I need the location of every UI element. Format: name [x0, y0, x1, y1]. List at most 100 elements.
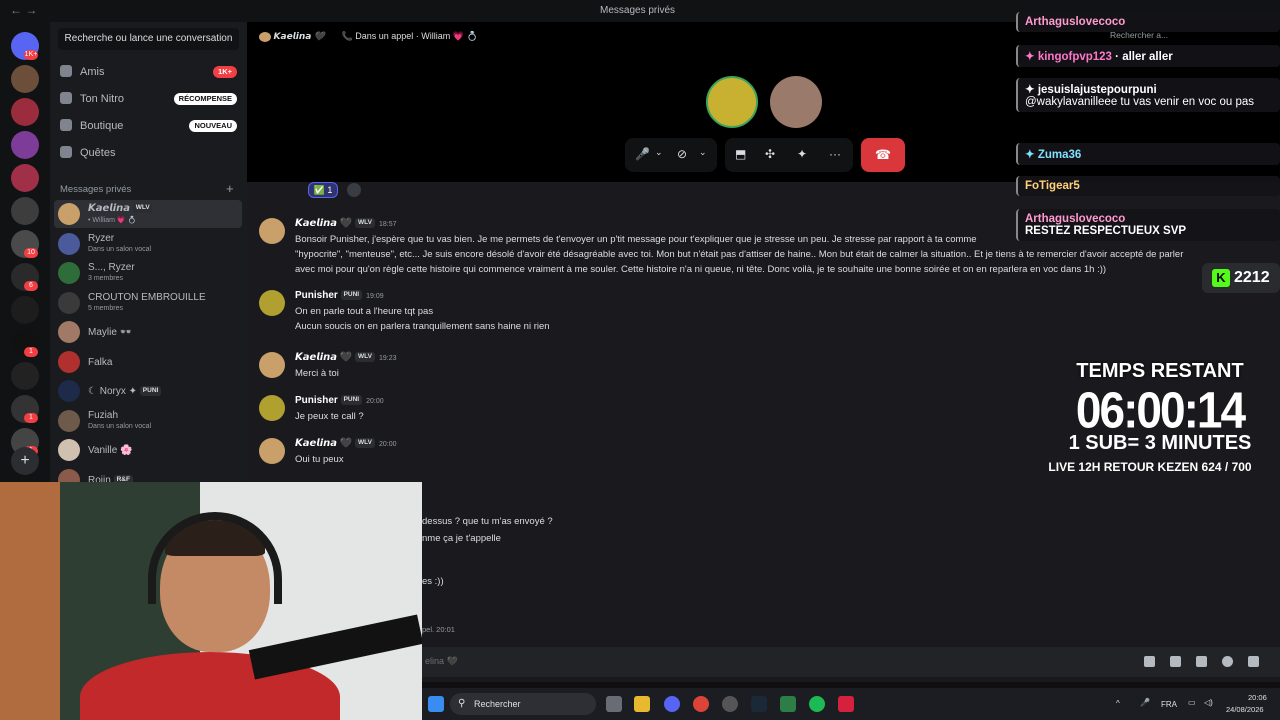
message-author[interactable]: 𝙆𝙖𝙚𝙡𝙞𝙣𝙖 🖤 WLV 20:00 — [295, 438, 397, 449]
avatar — [58, 203, 80, 225]
app-icon[interactable] — [838, 696, 854, 712]
volume-icon[interactable]: ◁) — [1204, 698, 1213, 707]
server-badge: 1 — [24, 347, 38, 357]
xbox-icon[interactable] — [780, 696, 796, 712]
dm-item[interactable]: Falka — [54, 348, 242, 376]
server-icon[interactable] — [11, 98, 39, 126]
soundboard-icon[interactable]: ✦ — [797, 147, 807, 161]
avatar[interactable] — [259, 438, 285, 464]
nav-label: Quêtes — [80, 147, 116, 159]
avatar — [58, 232, 80, 255]
server-badge: 6 — [24, 281, 38, 291]
avatar[interactable] — [259, 218, 285, 244]
dm-name: CROUTON EMBROUILLE — [88, 291, 206, 303]
gift-icon[interactable] — [1144, 656, 1155, 667]
gif-icon[interactable] — [1170, 656, 1181, 667]
chevron-down-icon[interactable]: ⌄ — [655, 147, 663, 158]
network-icon[interactable]: ▭ — [1188, 698, 1196, 707]
add-server-button[interactable]: + — [11, 447, 39, 475]
message-author[interactable]: 𝙆𝙖𝙚𝙡𝙞𝙣𝙖 🖤 WLV 19:23 — [295, 352, 397, 363]
create-dm-button[interactable]: + — [226, 181, 234, 196]
hangup-button[interactable]: ☎ — [861, 138, 905, 172]
windows-start-icon[interactable] — [428, 696, 444, 712]
reaction-chip[interactable]: ✅ 1 — [308, 182, 338, 198]
language-indicator[interactable]: FRA — [1161, 700, 1177, 709]
add-reaction-icon[interactable] — [347, 183, 361, 197]
more-icon[interactable]: ··· — [829, 147, 841, 161]
message-author[interactable]: Punisher PUNI 20:00 — [295, 395, 384, 406]
avatar[interactable] — [259, 290, 285, 316]
discord-icon[interactable] — [664, 696, 680, 712]
dm-name: Vanille 🌸 — [88, 445, 133, 456]
call-status: 📞 Dans un appel · William 💗 💍 — [341, 31, 478, 41]
server-icon[interactable] — [11, 197, 39, 225]
dm-item[interactable]: Vanille 🌸 — [54, 436, 242, 464]
avatar[interactable] — [259, 395, 285, 421]
microphone-icon[interactable]: 🎤 — [635, 147, 650, 161]
dm-item[interactable]: 𝙆𝙖𝙚𝙡𝙞𝙣𝙖 WLV • William 💗 💍 — [54, 200, 242, 228]
clan-tag: WLV — [355, 218, 375, 229]
message-text: Merci à toi — [295, 368, 339, 379]
dm-subtitle: Dans un salon vocal — [88, 422, 152, 430]
dm-item[interactable]: ☾ Noryx ✦ PUNI — [54, 377, 242, 405]
sticker-icon[interactable] — [1196, 656, 1207, 667]
clock-date[interactable]: 24/08/2026 — [1226, 705, 1264, 714]
server-icon[interactable] — [11, 296, 39, 324]
obs-icon[interactable] — [722, 696, 738, 712]
file-explorer-icon[interactable] — [634, 696, 650, 712]
server-badge: 10 — [24, 248, 38, 258]
nav-item-2[interactable]: Boutique NOUVEAU — [58, 114, 239, 138]
nav-item-1[interactable]: Ton Nitro RÉCOMPENSE — [58, 87, 239, 111]
stream-chat-message: ✦ kingofpvp123 · aller aller — [1016, 45, 1280, 67]
server-icon[interactable] — [11, 362, 39, 390]
steam-icon[interactable] — [751, 696, 767, 712]
chrome-icon[interactable] — [693, 696, 709, 712]
stream-chat-message: Arthaguslovecoco RESTEZ RESPECTUEUX SVP — [1016, 209, 1280, 241]
nav-item-0[interactable]: Amis 1K+ — [58, 60, 239, 84]
back-forward-nav[interactable]: ← → — [10, 3, 37, 17]
clan-tag: WLV — [355, 352, 375, 363]
message-author[interactable]: Punisher PUNI 19:09 — [295, 290, 384, 301]
dm-item[interactable]: Fuziah Dans un salon vocal — [54, 407, 242, 435]
activities-icon[interactable]: ✣ — [765, 147, 775, 161]
conversation-search-button[interactable]: Recherche ou lance une conversation — [58, 28, 239, 50]
server-icon[interactable] — [11, 164, 39, 192]
dm-item[interactable]: Maylie 👓 — [54, 318, 242, 346]
dm-item[interactable]: S..., Ryzer 3 membres — [54, 259, 242, 287]
nav-item-3[interactable]: Quêtes — [58, 141, 239, 165]
dm-item[interactable]: CROUTON EMBROUILLE 5 membres — [54, 289, 242, 317]
dm-item[interactable]: Ryzer Dans un salon vocal — [54, 230, 242, 258]
message-timestamp: 18:57 — [378, 221, 397, 228]
nav-label: Amis — [80, 66, 105, 78]
avatar[interactable] — [259, 352, 285, 378]
participant-avatar[interactable] — [706, 76, 758, 128]
server-icon[interactable] — [11, 65, 39, 93]
apps-icon[interactable] — [1248, 656, 1259, 667]
message-author[interactable]: 𝙆𝙖𝙚𝙡𝙞𝙣𝙖 🖤 WLV 18:57 — [295, 218, 397, 229]
call-ended-note: pel. 20:01 — [422, 625, 455, 634]
message-text: Je peux te call ? — [295, 411, 364, 422]
participant-avatar[interactable] — [770, 76, 822, 128]
camera-off-icon[interactable]: ⊘ — [677, 147, 687, 161]
dm-name: Maylie 👓 — [88, 327, 133, 338]
call-user-name: 𝙆𝙖𝙚𝙡𝙞𝙣𝙖 🖤 — [273, 31, 326, 41]
screen-share-icon[interactable]: ⬒ — [735, 147, 746, 161]
tray-mic-icon[interactable]: 🎤 — [1140, 698, 1150, 707]
tray-chevron-icon[interactable]: ^ — [1116, 699, 1120, 708]
emoji-icon[interactable] — [1222, 656, 1233, 667]
message-text: Bonsoir Punisher, j'espère que tu vas bi… — [295, 234, 977, 245]
dm-name: ☾ Noryx ✦ PUNI — [88, 386, 162, 397]
message-text: Oui tu peux — [295, 454, 344, 465]
chevron-down-icon[interactable]: ⌄ — [699, 147, 707, 158]
clan-tag: PUNI — [340, 290, 363, 301]
message-text: nme ça je t'appelle — [422, 533, 501, 544]
taskbar-search[interactable]: ⚲ Rechercher — [450, 693, 596, 715]
message-timestamp: 19:23 — [378, 355, 397, 362]
windows-taskbar: ⚲ Rechercher ^ 🎤 FRA ▭ ◁) 20:06 24/08/202… — [422, 688, 1280, 720]
spotify-icon[interactable] — [809, 696, 825, 712]
taskbar-search-label: Rechercher — [474, 699, 521, 709]
chat-text: RESTEZ RESPECTUEUX SVP — [1025, 225, 1187, 237]
clock-time[interactable]: 20:06 — [1248, 693, 1267, 702]
server-icon[interactable] — [11, 131, 39, 159]
task-view-icon[interactable] — [606, 696, 622, 712]
